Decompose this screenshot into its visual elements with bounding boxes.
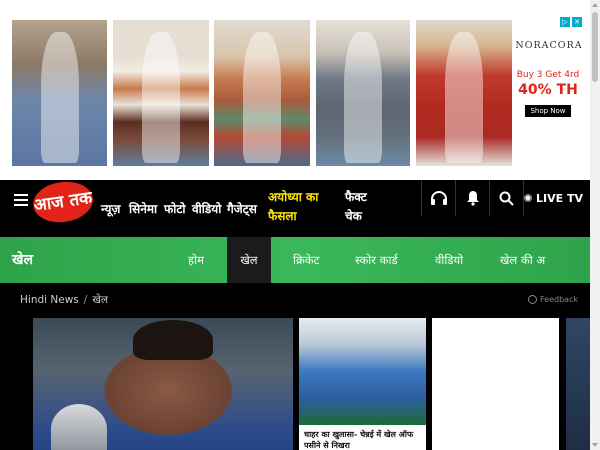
live-dot-icon	[524, 194, 532, 202]
vertical-scrollbar[interactable]	[590, 0, 600, 450]
ad-banner[interactable]: ▷ ✕ NORACORA Buy 3 Get 4rd 40% TH Shop N…	[0, 0, 600, 180]
ad-shop-now-button[interactable]: Shop Now	[525, 105, 571, 117]
site-logo[interactable]: आज तक	[30, 178, 96, 226]
feedback-icon	[528, 295, 537, 304]
nav-actions: LIVE TV	[421, 180, 583, 218]
nav-item-ayodhya-line1: अयोध्या का	[268, 190, 319, 204]
ad-product-image[interactable]	[316, 20, 410, 166]
nav-item-ayodhya-line2: फैसला	[268, 209, 297, 223]
search-icon	[499, 191, 514, 206]
scroll-down-arrow-icon[interactable]	[592, 443, 598, 447]
ad-product-image[interactable]	[113, 20, 209, 166]
nav-item-fact-check[interactable]: फैक्ट चेक	[345, 188, 367, 226]
tab-khel[interactable]: खेल	[227, 237, 271, 283]
tab-video[interactable]: वीडियो	[435, 237, 463, 283]
nav-item-fact-line1: फैक्ट	[345, 190, 367, 204]
section-title: खेल	[12, 252, 33, 268]
ad-product-image[interactable]	[416, 20, 512, 166]
section-bar: खेल होम खेल क्रिकेट स्कोर कार्ड वीडियो ख…	[0, 237, 600, 283]
scroll-up-arrow-icon[interactable]	[592, 3, 598, 7]
tab-cricket[interactable]: क्रिकेट	[293, 237, 319, 283]
nav-item-gadgets[interactable]: गैजेट्स	[227, 200, 257, 217]
feedback-label: Feedback	[540, 295, 579, 304]
feedback-link[interactable]: Feedback	[528, 295, 578, 304]
trophy-image-detail	[51, 404, 107, 450]
ad-discount-text: 40% TH	[518, 82, 578, 98]
ad-brand-panel[interactable]: NORACORA Buy 3 Get 4rd 40% TH Shop Now	[512, 40, 584, 140]
ad-product-image[interactable]	[214, 20, 310, 166]
scrollbar-thumb[interactable]	[592, 12, 598, 82]
story-card-placeholder	[432, 318, 559, 450]
ad-product-image[interactable]	[12, 20, 107, 166]
tab-more[interactable]: खेल की अ	[500, 237, 545, 283]
search-button[interactable]	[489, 180, 523, 216]
live-tv-button[interactable]: LIVE TV	[523, 180, 583, 216]
story-card[interactable]: चाहर का खुलासा- चेन्नई में खेल ऑफ पसीने …	[299, 318, 426, 450]
nav-item-video[interactable]: वीडियो	[192, 200, 221, 217]
nav-item-news[interactable]: न्यूज़	[101, 200, 120, 217]
ad-choices[interactable]: ▷ ✕	[560, 17, 582, 27]
breadcrumb-separator: /	[83, 294, 88, 306]
menu-icon[interactable]	[14, 194, 28, 206]
breadcrumb-home[interactable]: Hindi News	[20, 294, 79, 306]
featured-image-detail	[133, 320, 213, 360]
headphones-icon	[430, 191, 447, 205]
nav-item-ayodhya[interactable]: अयोध्या का फैसला	[268, 188, 318, 226]
ad-info-icon[interactable]: ▷	[560, 17, 570, 27]
live-tv-label: LIVE TV	[536, 191, 583, 205]
ad-close-icon[interactable]: ✕	[572, 17, 582, 27]
story-card-image	[299, 318, 426, 425]
ad-brand-name: NORACORA	[515, 40, 583, 51]
tab-home[interactable]: होम	[188, 237, 204, 283]
nav-item-cinema[interactable]: सिनेमा	[129, 200, 157, 217]
breadcrumb-current: खेल	[92, 294, 109, 306]
nav-item-photo[interactable]: फोटो	[164, 200, 186, 217]
ad-offer-text: Buy 3 Get 4rd	[516, 70, 580, 80]
notifications-button[interactable]	[455, 180, 489, 216]
nav-item-fact-line2: चेक	[345, 209, 362, 223]
bell-icon	[466, 191, 479, 206]
tab-scorecard[interactable]: स्कोर कार्ड	[355, 237, 398, 283]
breadcrumb: Hindi News / खेल	[20, 293, 108, 307]
podcast-button[interactable]	[421, 180, 455, 216]
featured-story-card[interactable]	[33, 318, 293, 450]
top-nav: आज तक न्यूज़ सिनेमा फोटो वीडियो गैजेट्स …	[0, 178, 600, 237]
story-card-caption[interactable]: चाहर का खुलासा- चेन्नई में खेल ऑफ पसीने …	[299, 425, 426, 450]
